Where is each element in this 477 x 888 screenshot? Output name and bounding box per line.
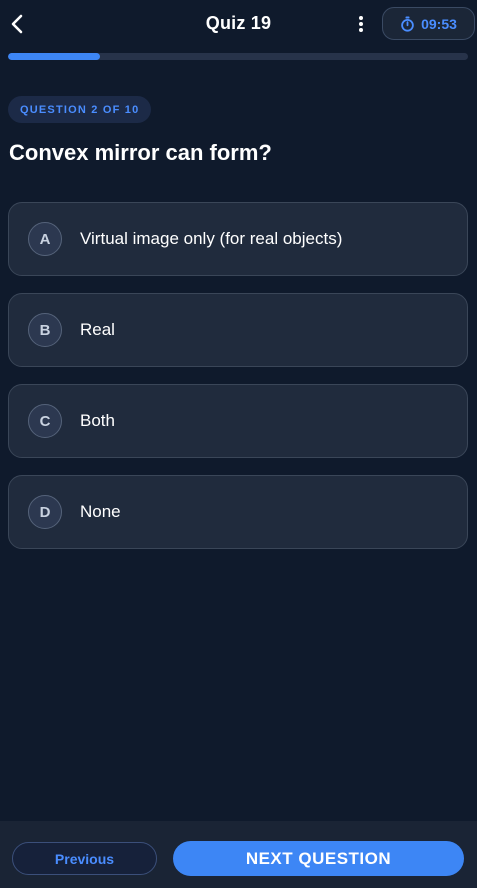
option-label: Real	[80, 320, 115, 339]
option-c[interactable]: C Both	[8, 384, 468, 458]
progress-fill	[8, 53, 100, 60]
option-letter: C	[28, 404, 62, 438]
more-vertical-icon	[359, 16, 363, 32]
question-text: Convex mirror can form?	[9, 140, 272, 165]
option-letter: D	[28, 495, 62, 529]
top-bar: Quiz 19 09:53	[0, 0, 477, 48]
option-d[interactable]: D None	[8, 475, 468, 549]
option-a[interactable]: A Virtual image only (for real objects)	[8, 202, 468, 276]
previous-button[interactable]: Previous	[12, 842, 157, 875]
option-label: Virtual image only (for real objects)	[80, 229, 343, 248]
option-label: None	[80, 502, 121, 521]
next-question-button[interactable]: NEXT QUESTION	[173, 841, 464, 876]
stopwatch-icon	[401, 16, 414, 32]
timer-badge: 09:53	[382, 7, 475, 40]
timer-text: 09:53	[421, 15, 457, 32]
option-label: Both	[80, 411, 115, 430]
option-letter: B	[28, 313, 62, 347]
option-letter: A	[28, 222, 62, 256]
progress-bar	[8, 53, 468, 60]
bottom-bar: Previous NEXT QUESTION	[0, 821, 477, 888]
more-options-button[interactable]	[354, 13, 368, 35]
option-b[interactable]: B Real	[8, 293, 468, 367]
question-counter-badge: QUESTION 2 OF 10	[8, 96, 152, 123]
